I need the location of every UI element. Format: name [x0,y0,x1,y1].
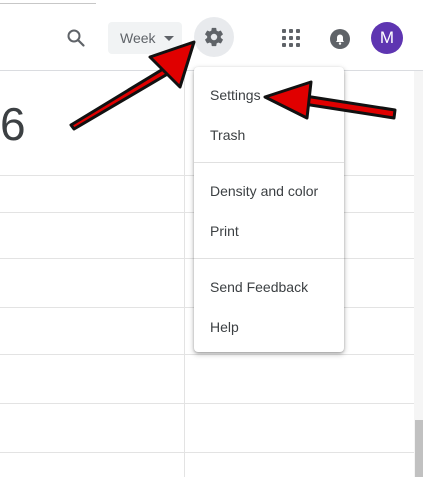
grid-hour-line [0,452,423,453]
settings-menu-button[interactable] [194,17,234,57]
scrollbar-track[interactable] [414,71,423,477]
notifications-button[interactable] [326,25,354,53]
grid-day-column-line [184,71,185,477]
grid-hour-line [0,354,423,355]
menu-item-settings[interactable]: Settings [194,75,344,115]
day-number[interactable]: 6 [0,96,26,152]
menu-item-send-feedback[interactable]: Send Feedback [194,267,344,307]
scrollbar-thumb[interactable] [415,420,423,477]
apps-grid-icon [282,29,286,33]
gear-icon [205,27,223,47]
menu-item-density-and-color[interactable]: Density and color [194,171,344,211]
chevron-down-icon [164,36,174,41]
avatar[interactable]: M [371,22,403,54]
view-select-label: Week [120,30,156,46]
menu-divider [194,162,344,163]
settings-menu: Settings Trash Density and color Print S… [194,67,344,352]
search-icon [67,29,85,47]
search-button[interactable] [62,24,90,52]
menu-item-help[interactable]: Help [194,307,344,347]
menu-item-print[interactable]: Print [194,211,344,251]
apps-grid-button[interactable] [278,25,304,51]
view-select[interactable]: Week [108,22,182,54]
notifications-icon [330,29,350,49]
grid-hour-line [0,403,423,404]
app-header: Week M [0,0,423,70]
menu-divider [194,258,344,259]
menu-item-trash[interactable]: Trash [194,115,344,155]
avatar-initial: M [379,28,395,47]
